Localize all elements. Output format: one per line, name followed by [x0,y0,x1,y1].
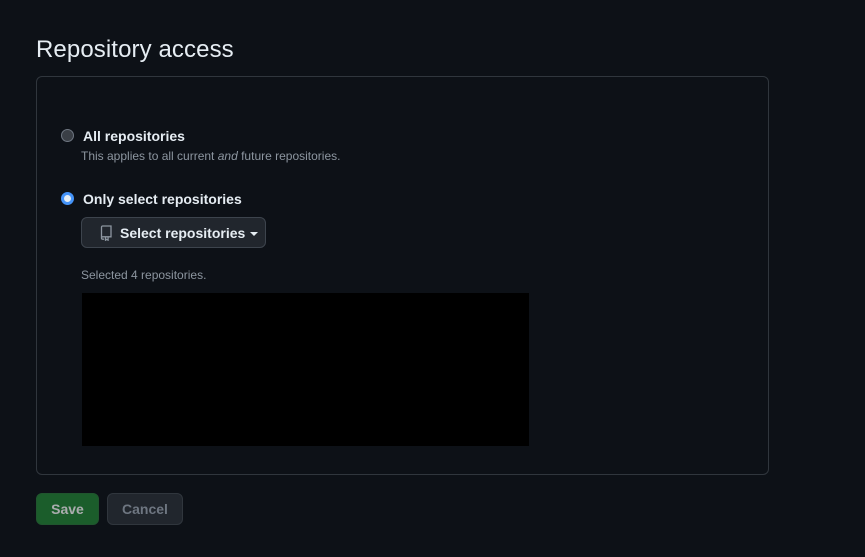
caret-down-icon [250,231,259,236]
only-select-repositories-radio[interactable] [61,192,74,205]
selected-repositories-list [82,293,529,446]
selected-count-text: Selected 4 repositories. [81,268,207,282]
repository-access-panel: All repositories This applies to all cur… [36,76,769,475]
cancel-button[interactable]: Cancel [107,493,183,525]
all-repositories-note: This applies to all current and future r… [81,149,341,163]
all-repositories-label[interactable]: All repositories [83,128,185,144]
page-title: Repository access [36,36,234,63]
all-repositories-radio[interactable] [61,129,74,142]
repo-icon [99,224,113,241]
select-repositories-button[interactable]: Select repositories [81,217,266,248]
only-select-repositories-label[interactable]: Only select repositories [83,191,242,207]
select-repositories-label: Select repositories [120,224,246,241]
save-button[interactable]: Save [36,493,99,525]
